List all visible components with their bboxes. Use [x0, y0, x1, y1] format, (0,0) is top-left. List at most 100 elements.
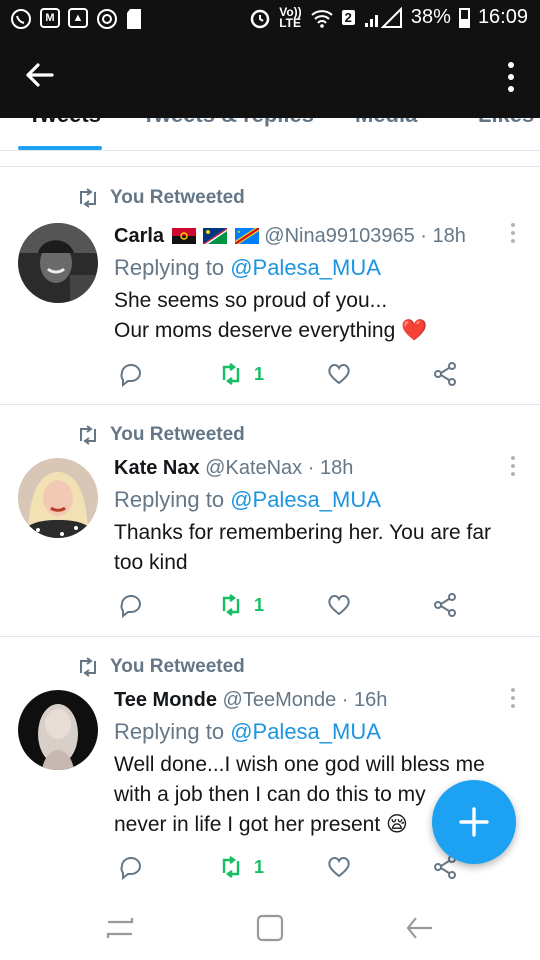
timestamp[interactable]: · 18h: [420, 225, 466, 247]
active-tab-indicator: [18, 146, 102, 150]
retweet-button[interactable]: 1: [218, 361, 264, 387]
alarm-icon: [250, 9, 270, 28]
lte-label: LTE: [279, 15, 302, 30]
reply-button[interactable]: [118, 592, 144, 618]
retweet-count: 1: [254, 856, 265, 877]
retweet-count: 1: [254, 363, 265, 384]
profile-tabs: Tweets Tweets & replies Media Likes: [0, 118, 540, 151]
notification-icons: M ▲: [10, 8, 142, 30]
mention-link[interactable]: @Palesa_MUA: [230, 719, 381, 744]
retweet-icon: [222, 594, 240, 616]
mention-link[interactable]: @Palesa_MUA: [230, 255, 381, 280]
share-icon: [434, 593, 456, 617]
system-icons: Vo)) LTE 2 38% 16:09: [249, 6, 528, 29]
tab-tweets[interactable]: Tweets: [28, 118, 101, 128]
display-name[interactable]: Tee Monde: [114, 689, 217, 711]
avatar[interactable]: [18, 458, 98, 538]
retweet-context-label: You Retweeted: [110, 656, 245, 677]
display-name[interactable]: Kate Nax: [114, 457, 200, 479]
angola-flag-icon: [171, 228, 196, 244]
tweet-actions: 1: [114, 361, 474, 391]
tweet-text: She seems so proud of you... Our moms de…: [114, 286, 514, 346]
tweet-header: Tee Monde @TeeMonde · 16h: [114, 686, 514, 714]
gallery-icon: ▲: [68, 8, 88, 28]
replying-prefix: Replying to: [114, 487, 231, 512]
back-arrow-icon[interactable]: [22, 58, 62, 98]
retweet-context-icon: [80, 188, 96, 208]
recent-apps-icon[interactable]: [100, 910, 140, 946]
drc-flag-icon: [234, 228, 259, 244]
reply-button[interactable]: [118, 361, 144, 387]
tweet-header: Kate Nax @KateNax · 18h: [114, 454, 514, 482]
tweet-text: Thanks for remembering her. You are far …: [114, 518, 514, 578]
wifi-icon: [311, 9, 333, 28]
replying-prefix: Replying to: [114, 719, 231, 744]
retweet-context-icon: [80, 425, 96, 445]
retweet-icon: [222, 856, 240, 878]
reply-button[interactable]: [118, 854, 144, 880]
tab-media[interactable]: Media: [355, 118, 417, 128]
sdcard-icon: [127, 9, 141, 29]
clock: 16:09: [477, 6, 528, 28]
plus-icon: [459, 807, 489, 837]
heart-icon: [328, 364, 350, 385]
tweet-text-line: Our moms deserve everything ❤️: [114, 319, 428, 342]
retweet-icon: [222, 363, 240, 385]
timestamp[interactable]: · 16h: [342, 689, 388, 711]
like-button[interactable]: [326, 854, 352, 880]
tab-tweets-replies[interactable]: Tweets & replies: [142, 118, 314, 128]
retweet-button[interactable]: 1: [218, 592, 264, 618]
tweet-options-icon[interactable]: [510, 223, 516, 247]
namibia-flag-icon: [203, 228, 228, 244]
tweet-actions: 1: [114, 592, 474, 622]
share-button[interactable]: [432, 361, 458, 387]
display-name[interactable]: Carla: [114, 225, 164, 247]
android-nav-bar: [0, 890, 540, 960]
retweet-count: 1: [254, 594, 265, 615]
app-bar: [0, 40, 540, 118]
replying-to: Replying to @Palesa_MUA: [114, 484, 514, 516]
retweet-context: You Retweeted: [76, 187, 245, 209]
retweet-context: You Retweeted: [76, 424, 245, 446]
avatar[interactable]: [18, 223, 98, 303]
home-icon[interactable]: [250, 910, 290, 946]
share-icon: [434, 362, 456, 386]
tweet-options-icon[interactable]: [510, 456, 516, 480]
target-icon: [97, 9, 117, 29]
tweet-header: Carla @Nina99103965 · 18h: [114, 222, 514, 250]
replying-prefix: Replying to: [114, 255, 231, 280]
volte-icon: Vo)) LTE: [279, 6, 302, 30]
replying-to: Replying to @Palesa_MUA: [114, 252, 514, 284]
replying-to: Replying to @Palesa_MUA: [114, 716, 514, 748]
share-button[interactable]: [432, 592, 458, 618]
tweet-text-line: too kind: [114, 551, 188, 574]
timestamp[interactable]: · 18h: [308, 457, 354, 479]
battery-percent: 38%: [410, 6, 451, 28]
retweet-context-label: You Retweeted: [110, 187, 245, 208]
compose-tweet-button[interactable]: [432, 780, 516, 864]
reply-icon: [120, 364, 141, 387]
like-button[interactable]: [326, 592, 352, 618]
handle[interactable]: @Nina99103965: [264, 225, 414, 247]
mention-link[interactable]: @Palesa_MUA: [230, 487, 381, 512]
status-bar: M ▲ Vo)) LTE 2 38% 16:09: [0, 0, 540, 40]
reply-icon: [120, 595, 141, 618]
handle[interactable]: @TeeMonde: [223, 689, 337, 711]
retweet-button[interactable]: 1: [218, 854, 264, 880]
tweet-card[interactable]: You Retweeted Carla @Nina99103965 · 18h …: [0, 167, 540, 405]
avatar[interactable]: [18, 690, 98, 770]
tweet-options-icon[interactable]: [510, 688, 516, 712]
back-icon[interactable]: [400, 910, 440, 946]
overflow-menu-icon[interactable]: [506, 62, 516, 98]
handle[interactable]: @KateNax: [205, 457, 302, 479]
tweet-card[interactable]: You Retweeted Kate Nax @KateNax · 18h Re…: [0, 404, 540, 637]
tweet-actions: 1: [114, 854, 474, 884]
tweet-text-line: Thanks for remembering her. You are far: [114, 521, 492, 544]
like-button[interactable]: [326, 361, 352, 387]
whatsapp-icon: [11, 9, 31, 29]
reply-icon: [120, 857, 141, 880]
tweet-body: Kate Nax @KateNax · 18h Replying to @Pal…: [114, 454, 514, 578]
retweet-context: You Retweeted: [76, 656, 245, 678]
tab-likes[interactable]: Likes: [478, 118, 534, 128]
heart-icon: [328, 857, 350, 878]
